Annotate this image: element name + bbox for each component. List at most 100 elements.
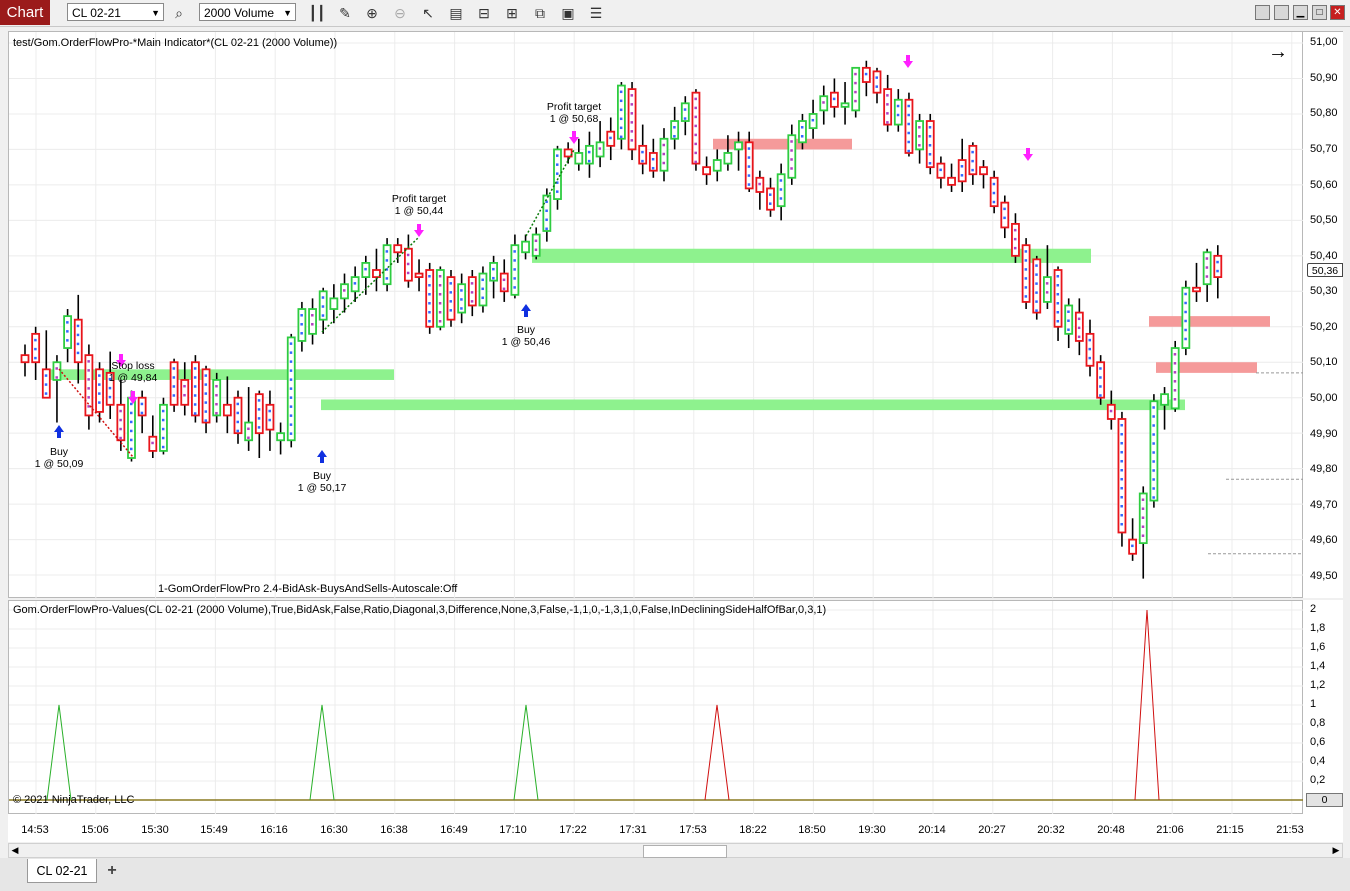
order-flow-dot — [76, 333, 80, 337]
order-flow-dot — [790, 140, 793, 143]
add-tab-button[interactable]: + — [100, 861, 124, 881]
time-label: 16:49 — [440, 824, 468, 836]
indicator-axis[interactable]: 2 1,8 1,6 1,4 1,2 1 0,8 0,6 0,4 0,2 — [1303, 600, 1343, 814]
last-price-marker: 50,36 — [1307, 263, 1343, 277]
order-flow-dot — [257, 399, 261, 402]
price-axis[interactable]: 51,00 50,90 50,80 50,70 50,60 50,50 50,4… — [1303, 31, 1343, 598]
bearish-candle — [947, 176, 956, 186]
time-label: 18:22 — [739, 824, 767, 836]
arrow-right-icon[interactable]: → — [1268, 41, 1288, 64]
scroll-thumb[interactable] — [643, 845, 727, 858]
order-flow-dot — [428, 284, 431, 287]
scroll-left-icon[interactable]: ◀ — [9, 844, 21, 857]
order-flow-dot — [694, 133, 697, 137]
order-flow-dot — [438, 320, 442, 323]
gray-box-icon[interactable] — [1255, 5, 1270, 20]
search-icon[interactable]: ⌕ — [169, 3, 189, 23]
time-label: 20:27 — [978, 824, 1006, 836]
order-flow-dot — [87, 387, 90, 390]
order-flow-dot — [1184, 292, 1187, 296]
order-flow-dot — [1120, 495, 1123, 499]
order-flow-dot — [939, 168, 942, 172]
order-flow-dot — [1067, 328, 1070, 331]
order-flow-dot — [1035, 309, 1038, 312]
order-flow-dot — [1056, 320, 1060, 323]
order-flow-dot — [183, 393, 186, 397]
order-flow-dot — [779, 179, 783, 182]
order-flow-dot — [1173, 362, 1177, 365]
pencil-icon[interactable]: ✎ — [335, 3, 355, 23]
time-label: 19:30 — [858, 824, 886, 836]
zoom-in-icon[interactable]: ⊕ — [362, 3, 382, 23]
order-flow-dot — [1141, 534, 1145, 537]
bars-icon[interactable]: ┃┃ — [307, 3, 327, 23]
gray-box-icon[interactable] — [1274, 5, 1289, 20]
order-flow-dot — [854, 90, 857, 94]
minimize-icon[interactable]: ▁ — [1293, 5, 1308, 20]
close-icon[interactable]: ✕ — [1330, 5, 1345, 20]
template-icon[interactable]: ⊟ — [474, 3, 494, 23]
order-flow-dot — [1152, 424, 1155, 427]
order-flow-dot — [204, 383, 208, 386]
scroll-right-icon[interactable]: ▶ — [1330, 844, 1342, 857]
order-flow-dot — [385, 250, 389, 253]
instrument-selector[interactable]: CL 02-21 ▼ — [67, 3, 164, 21]
order-flow-dot — [268, 418, 271, 422]
strategies-icon[interactable]: ⧉ — [530, 3, 550, 23]
bearish-candle — [1021, 244, 1031, 303]
order-flow-dot — [236, 411, 239, 415]
data-box-icon[interactable]: ⊞ — [502, 3, 522, 23]
order-flow-dot — [449, 309, 452, 312]
order-flow-dot — [790, 158, 793, 161]
order-flow-dot — [875, 85, 878, 88]
indicator-panel[interactable]: Gom.OrderFlowPro-Values(CL 02-21 (2000 V… — [8, 600, 1304, 815]
order-flow-dot — [769, 202, 772, 205]
order-flow-dot — [449, 291, 452, 294]
order-flow-dot — [236, 420, 239, 424]
buy-annotation: Buy 1 @ 50,09 — [35, 446, 84, 470]
order-flow-dot — [1056, 302, 1060, 305]
order-flow-dot — [619, 99, 623, 103]
order-flow-dot — [204, 374, 208, 377]
value-label: 1 — [1310, 698, 1317, 710]
order-flow-dot — [119, 427, 122, 431]
bearish-candle — [180, 379, 190, 406]
cursor-icon[interactable]: ↖ — [418, 3, 438, 23]
order-flow-dot — [289, 351, 293, 354]
horizontal-scrollbar[interactable]: ◀ ▶ — [8, 843, 1343, 858]
order-flow-dot — [87, 396, 90, 399]
order-flow-dot — [438, 293, 442, 296]
time-label: 15:30 — [141, 824, 169, 836]
order-flow-dot — [854, 99, 857, 103]
bar-type-selector[interactable]: 2000 Volume ▼ — [199, 3, 296, 21]
order-flow-dot — [747, 165, 751, 168]
price-label: 50,90 — [1310, 72, 1338, 84]
order-flow-dot — [662, 152, 665, 156]
order-flow-dot — [1173, 389, 1177, 392]
chart-window-badge: Chart — [0, 0, 50, 25]
zoom-out-icon[interactable]: ⊖ — [390, 3, 410, 23]
tab-cl-02-21[interactable]: CL 02-21 — [27, 859, 97, 883]
order-flow-dot — [619, 126, 623, 130]
order-flow-dot — [438, 311, 442, 314]
order-flow-dot — [1152, 478, 1155, 481]
properties-icon[interactable]: ▤ — [446, 3, 466, 23]
price-panel[interactable]: test/Gom.OrderFlowPro-*Main Indicator*(C… — [8, 31, 1304, 599]
order-flow-dot — [1184, 337, 1187, 341]
menu-icon[interactable]: ☰ — [586, 3, 606, 23]
chart-trader-icon[interactable]: ▣ — [558, 3, 578, 23]
order-flow-dot — [428, 320, 431, 323]
order-flow-dot — [193, 385, 197, 388]
maximize-icon[interactable]: □ — [1312, 5, 1327, 20]
order-flow-dot — [289, 342, 293, 345]
indicator-canvas — [9, 601, 1304, 815]
order-flow-dot — [460, 307, 463, 310]
time-label: 21:53 — [1276, 824, 1304, 836]
profit-target-annotation: Profit target 1 @ 50,68 — [547, 101, 601, 125]
order-flow-dot — [204, 410, 208, 413]
time-label: 21:15 — [1216, 824, 1244, 836]
order-flow-dot — [971, 159, 974, 163]
bullish-candle — [798, 120, 807, 144]
order-flow-dot — [289, 405, 293, 408]
time-axis[interactable]: 14:53 15:06 15:30 15:49 16:16 16:30 16:3… — [8, 814, 1343, 842]
